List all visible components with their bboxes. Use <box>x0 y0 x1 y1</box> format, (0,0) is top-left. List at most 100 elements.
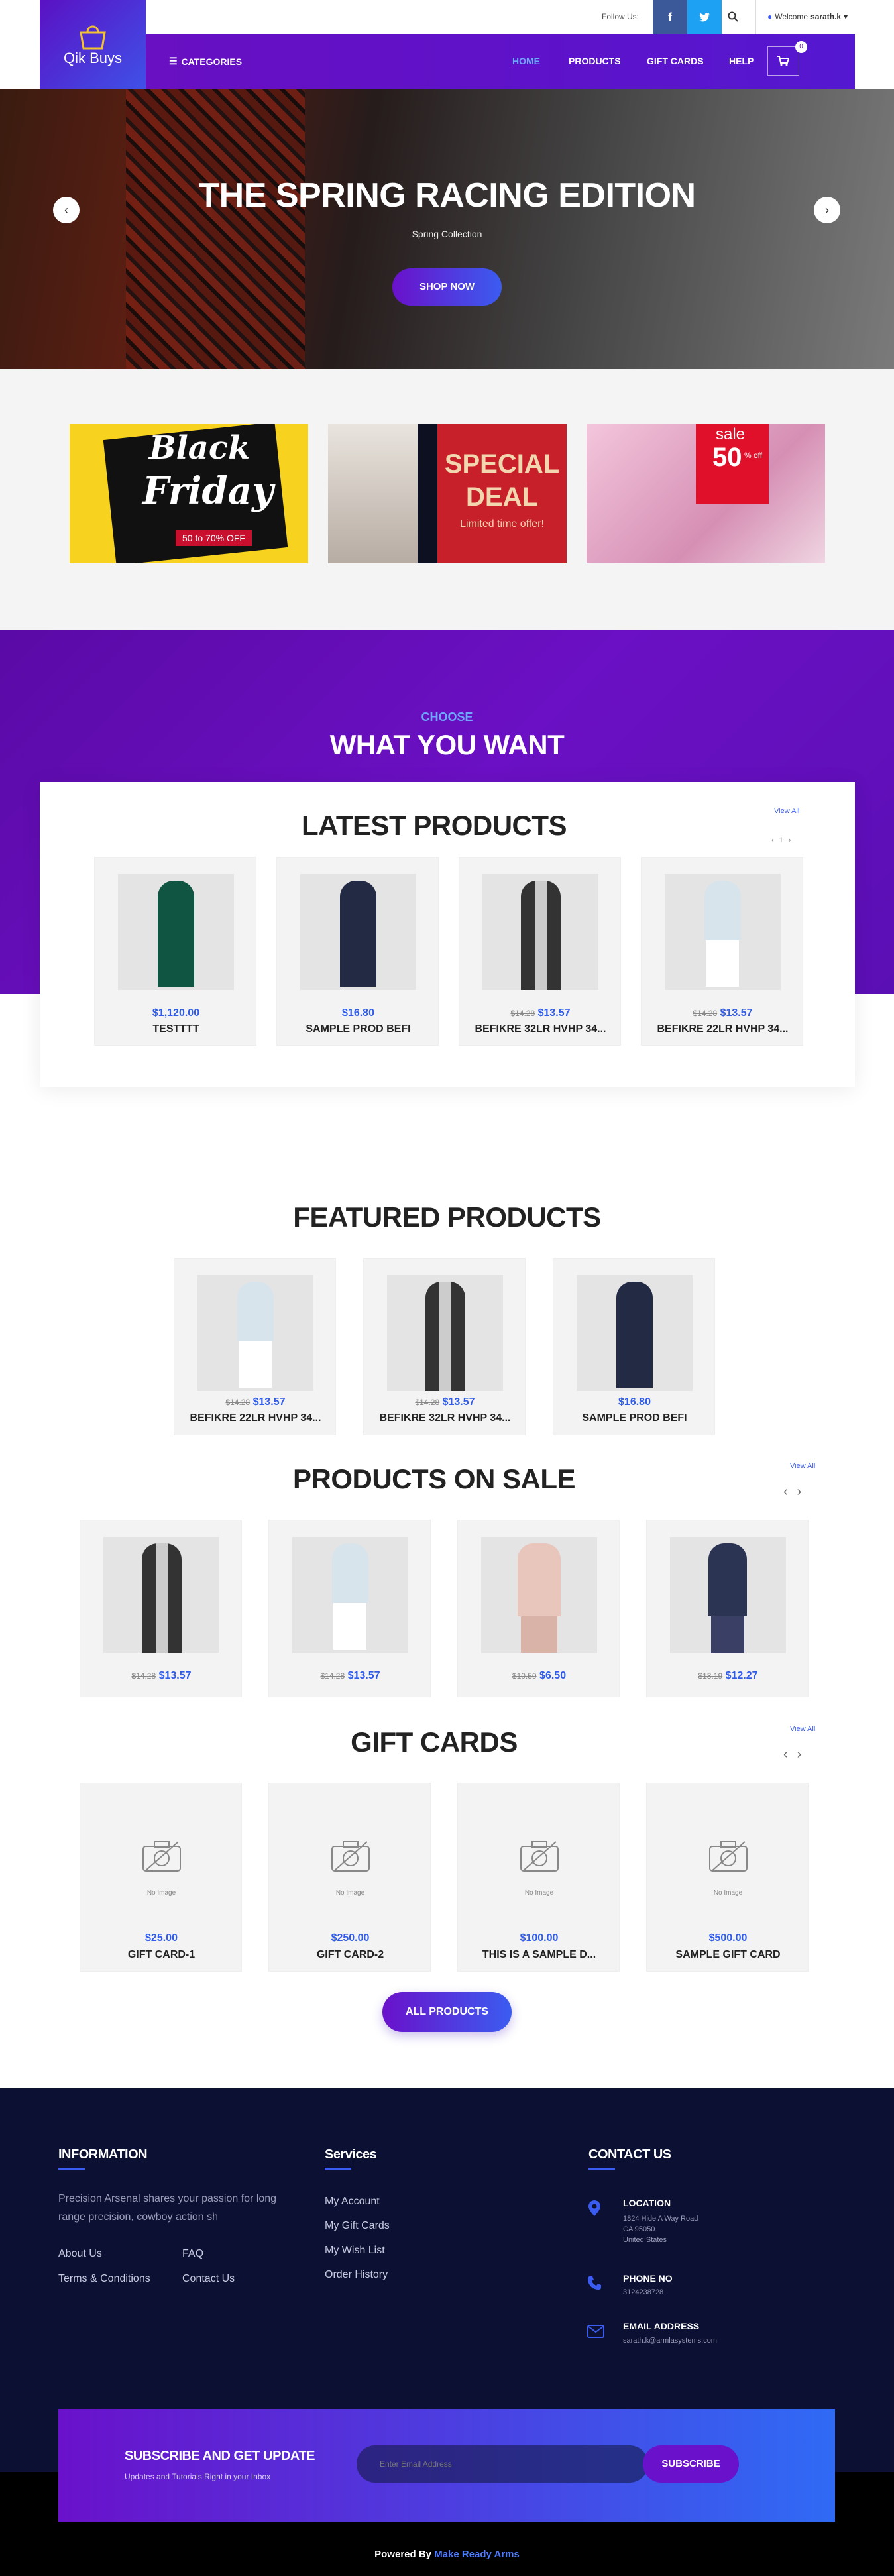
footer-contact: CONTACT US <box>588 2147 671 2170</box>
categories-label: CATEGORIES <box>181 56 243 67</box>
powered-prefix: Powered By <box>374 2549 432 2560</box>
product-old-price: $14.28 <box>225 1398 251 1407</box>
gift-card[interactable]: No Image $500.00 SAMPLE GIFT CARD <box>646 1783 809 1972</box>
latest-view-all[interactable]: View All <box>774 807 799 815</box>
cart-button[interactable] <box>767 46 799 76</box>
footer-link-about[interactable]: About Us <box>58 2248 102 2260</box>
product-card[interactable]: $13.19 $12.27 <box>646 1520 809 1697</box>
product-price: $16.80 <box>342 1007 374 1019</box>
hero-title: THE SPRING RACING EDITION <box>198 176 696 215</box>
product-name: SAMPLE PROD BEFI <box>306 1023 411 1035</box>
product-card[interactable]: $16.80 SAMPLE PROD BEFI <box>553 1258 715 1435</box>
product-old-price: $14.28 <box>693 1009 718 1018</box>
footer-info: INFORMATION Precision Arsenal shares you… <box>58 2147 284 2227</box>
gift-card[interactable]: No Image $250.00 GIFT CARD-2 <box>268 1783 431 1972</box>
product-card[interactable]: $14.28 $13.57 <box>80 1520 242 1697</box>
footer-link-orders[interactable]: Order History <box>325 2269 388 2281</box>
sale-pager: ‹ › <box>783 1484 801 1500</box>
user-menu[interactable]: ● Welcome sarath.k ▾ <box>767 12 848 21</box>
product-name: SAMPLE PROD BEFI <box>582 1412 687 1424</box>
chevron-left-icon[interactable]: ‹ <box>783 1747 788 1762</box>
chevron-left-icon[interactable]: ‹ <box>783 1484 788 1500</box>
product-card[interactable]: $1,120.00 TESTTTT <box>94 857 256 1046</box>
email-icon <box>587 2325 604 2338</box>
product-card[interactable]: $10.50 $6.50 <box>457 1520 620 1697</box>
divider <box>755 0 756 34</box>
gift-price: $100.00 <box>520 1932 559 1944</box>
search-icon[interactable] <box>728 11 738 22</box>
product-name: BEFIKRE 32LR HVHP 34... <box>379 1412 511 1424</box>
location-address: 1824 Hide A Way Road CA 95050 United Sta… <box>623 2215 698 2244</box>
sale-view-all[interactable]: View All <box>790 1462 815 1470</box>
email-address[interactable]: sarath.k@armlasystems.com <box>623 2337 717 2345</box>
subscribe-title: SUBSCRIBE AND GET UPDATE <box>125 2449 315 2463</box>
product-name: TESTTTT <box>152 1023 199 1035</box>
chevron-left-icon[interactable]: ‹ <box>771 836 774 844</box>
product-card[interactable]: $14.28 $13.57 BEFIKRE 32LR HVHP 34... <box>363 1258 526 1435</box>
nav-home[interactable]: HOME <box>512 56 540 66</box>
footer-link-wishlist[interactable]: My Wish List <box>325 2245 385 2257</box>
gift-price: $25.00 <box>145 1932 178 1944</box>
latest-title: LATEST PRODUCTS <box>301 810 567 841</box>
subscribe-button[interactable]: SUBSCRIBE <box>643 2445 739 2483</box>
shopping-bag-icon <box>80 25 106 49</box>
shop-now-button[interactable]: SHOP NOW <box>392 268 502 306</box>
email-label: EMAIL ADDRESS <box>623 2321 700 2331</box>
chevron-down-icon: ▾ <box>844 12 848 21</box>
product-price: $12.27 <box>725 1670 758 1681</box>
product-old-price: $14.28 <box>415 1398 440 1407</box>
product-card[interactable]: $14.28 $13.57 BEFIKRE 32LR HVHP 34... <box>459 857 621 1046</box>
special-deal-banner[interactable]: SPECIAL DEAL Limited time offer! <box>328 424 567 563</box>
product-card[interactable]: $14.28 $13.57 <box>268 1520 431 1697</box>
product-old-price: $13.19 <box>698 1671 723 1681</box>
product-card[interactable]: $14.28 $13.57 BEFIKRE 22LR HVHP 34... <box>174 1258 336 1435</box>
brand-logo[interactable]: Qik Buys <box>40 0 146 89</box>
no-image-label: No Image <box>524 1889 554 1897</box>
product-name: BEFIKRE 32LR HVHP 34... <box>475 1023 606 1035</box>
all-products-button[interactable]: ALL PRODUCTS <box>382 1992 512 2032</box>
nav-products[interactable]: PRODUCTS <box>569 56 621 66</box>
chevron-right-icon[interactable]: › <box>789 836 791 844</box>
gift-pager: ‹ › <box>783 1747 801 1762</box>
chevron-right-icon[interactable]: › <box>797 1747 802 1762</box>
sale-banner[interactable]: sale 50 % off <box>587 424 825 563</box>
gift-card[interactable]: No Image $25.00 GIFT CARD-1 <box>80 1783 242 1972</box>
nav-help[interactable]: HELP <box>729 56 754 66</box>
categories-menu[interactable]: ☰ CATEGORIES <box>169 56 242 67</box>
product-card[interactable]: $16.80 SAMPLE PROD BEFI <box>276 857 439 1046</box>
product-old-price: $10.50 <box>512 1671 537 1681</box>
product-card[interactable]: $14.28 $13.57 BEFIKRE 22LR HVHP 34... <box>641 857 803 1046</box>
product-old-price: $14.28 <box>131 1671 156 1681</box>
info-text: Precision Arsenal shares your passion fo… <box>58 2193 277 2223</box>
gift-name: SAMPLE GIFT CARD <box>675 1949 781 1960</box>
product-price: $13.57 <box>537 1007 571 1019</box>
contact-title: CONTACT US <box>588 2147 671 2162</box>
phone-number[interactable]: 3124238728 <box>623 2288 663 2296</box>
email-input[interactable] <box>357 2445 648 2483</box>
twitter-icon[interactable] <box>687 0 722 34</box>
facebook-icon[interactable]: f <box>653 0 687 34</box>
services-title: Services <box>325 2147 377 2162</box>
footer-link-terms[interactable]: Terms & Conditions <box>58 2273 150 2285</box>
chevron-right-icon[interactable]: › <box>797 1484 802 1500</box>
footer-link-account[interactable]: My Account <box>325 2196 380 2208</box>
username: sarath.k <box>810 12 842 21</box>
footer-link-gift-cards[interactable]: My Gift Cards <box>325 2220 390 2232</box>
chevron-left-icon[interactable]: ‹ <box>53 197 80 223</box>
footer-link-faq[interactable]: FAQ <box>182 2248 203 2260</box>
hamburger-icon: ☰ <box>169 56 178 66</box>
footer-link-contact[interactable]: Contact Us <box>182 2273 235 2285</box>
powered-brand-link[interactable]: Make Ready Arms <box>434 2549 520 2560</box>
nav-gift-cards[interactable]: GIFT CARDS <box>647 56 704 66</box>
follow-label: Follow Us: <box>602 12 640 21</box>
gift-card[interactable]: No Image $100.00 THIS IS A SAMPLE D... <box>457 1783 620 1972</box>
chevron-right-icon[interactable]: › <box>814 197 840 223</box>
product-price: $1,120.00 <box>152 1007 200 1019</box>
gift-view-all[interactable]: View All <box>790 1725 815 1733</box>
no-image-camera-icon <box>708 1840 749 1873</box>
product-price: $13.57 <box>252 1396 286 1408</box>
product-price: $6.50 <box>539 1670 567 1681</box>
subscribe-box: SUBSCRIBE AND GET UPDATE Updates and Tut… <box>58 2409 835 2522</box>
welcome-label: Welcome <box>775 12 809 21</box>
black-friday-banner[interactable]: Black Friday 50 to 70% OFF <box>70 424 308 563</box>
